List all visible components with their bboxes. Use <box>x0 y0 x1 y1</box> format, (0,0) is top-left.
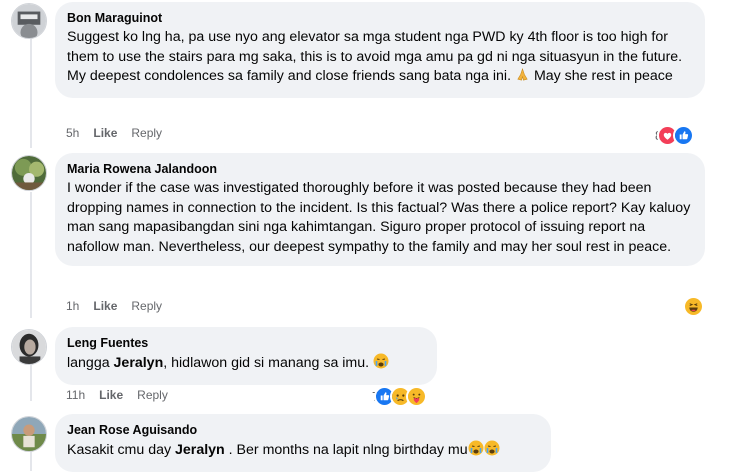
reply-button[interactable]: Reply <box>131 299 162 313</box>
like-button[interactable]: Like <box>99 388 123 402</box>
thread-line <box>30 192 32 318</box>
folded-hands-icon <box>515 67 530 89</box>
comment-bubble: Bon Maraguinot Suggest ko lng ha, pa use… <box>55 2 705 98</box>
reaction-summary[interactable]: 7 <box>372 386 428 407</box>
comment-author[interactable]: Bon Maraguinot <box>67 10 693 26</box>
avatar[interactable] <box>11 3 47 39</box>
comment-time[interactable]: 5h <box>66 126 79 140</box>
comment-author[interactable]: Jean Rose Aguisando <box>67 422 539 438</box>
avatar[interactable] <box>11 155 47 191</box>
crying-face-icon <box>373 353 389 376</box>
thread-line <box>30 365 32 401</box>
comment-author[interactable]: Maria Rowena Jalandoon <box>67 161 693 177</box>
crying-face-icon <box>468 440 484 463</box>
avatar[interactable] <box>11 329 47 365</box>
thread-line <box>30 38 32 148</box>
reaction-summary[interactable] <box>682 296 704 317</box>
reply-button[interactable]: Reply <box>131 126 162 140</box>
care-reaction-icon <box>406 386 428 407</box>
comment-text-body: , hidlawon gid si manang sa imu. <box>163 355 370 371</box>
like-button[interactable]: Like <box>93 299 117 313</box>
comment-text: Kasakit cmu day Jeralyn . Ber months na … <box>67 440 539 463</box>
mention-link[interactable]: Jeralyn <box>114 355 164 371</box>
comment-text-body: . Ber months na lapit nlng birthday mu <box>224 442 468 458</box>
crying-face-icon <box>484 440 500 463</box>
comment-text-tail: May she rest in peace <box>533 68 673 85</box>
comment-text: langga Jeralyn, hidlawon gid si manang s… <box>67 353 425 376</box>
comment-text-body: langga <box>67 355 114 371</box>
reaction-summary[interactable]: 8 <box>655 125 695 146</box>
like-button[interactable]: Like <box>93 126 117 140</box>
comment-text: Suggest ko lng ha, pa use nyo ang elevat… <box>67 28 693 89</box>
comment-bubble: Jean Rose Aguisando Kasakit cmu day Jera… <box>55 414 551 472</box>
avatar[interactable] <box>11 416 47 452</box>
comment-bubble: Maria Rowena Jalandoon I wonder if the c… <box>55 153 705 267</box>
comment-text: I wonder if the case was investigated th… <box>67 180 691 255</box>
comment-author[interactable]: Leng Fuentes <box>67 335 425 351</box>
haha-reaction-icon <box>683 296 704 317</box>
reply-button[interactable]: Reply <box>137 388 168 402</box>
comment-actions: 11h Like Reply <box>66 388 182 402</box>
comment-time[interactable]: 11h <box>66 388 85 402</box>
comment-time[interactable]: 1h <box>66 299 79 313</box>
comment-bubble: Leng Fuentes langga Jeralyn, hidlawon gi… <box>55 327 437 385</box>
comment-text-body: Kasakit cmu day <box>67 442 176 458</box>
mention-link[interactable]: Jeralyn <box>175 442 225 458</box>
like-reaction-icon <box>673 125 695 146</box>
comment-actions: 5h Like Reply <box>66 126 176 140</box>
comment-actions: 1h Like Reply <box>66 299 176 313</box>
